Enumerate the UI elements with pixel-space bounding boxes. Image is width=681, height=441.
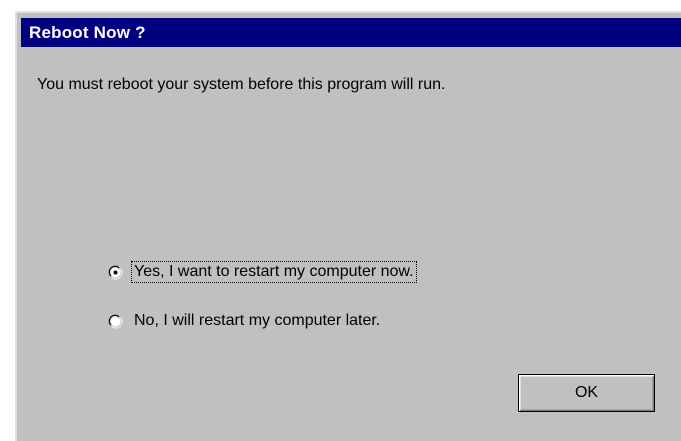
radio-label-restart-later[interactable]: No, I will restart my computer later. — [131, 310, 383, 332]
radio-unselected-icon[interactable] — [108, 313, 123, 329]
radio-option-restart-now[interactable]: Yes, I want to restart my computer now. — [108, 261, 417, 283]
radio-label-restart-now[interactable]: Yes, I want to restart my computer now. — [131, 261, 417, 283]
reboot-dialog: Reboot Now ? You must reboot your system… — [15, 11, 681, 441]
ok-button[interactable]: OK — [518, 374, 655, 412]
radio-option-restart-later[interactable]: No, I will restart my computer later. — [108, 310, 383, 332]
dialog-message: You must reboot your system before this … — [37, 76, 446, 93]
title-bar[interactable]: Reboot Now ? — [21, 18, 681, 47]
radio-selected-icon[interactable] — [108, 264, 123, 280]
window-title: Reboot Now ? — [29, 22, 146, 42]
